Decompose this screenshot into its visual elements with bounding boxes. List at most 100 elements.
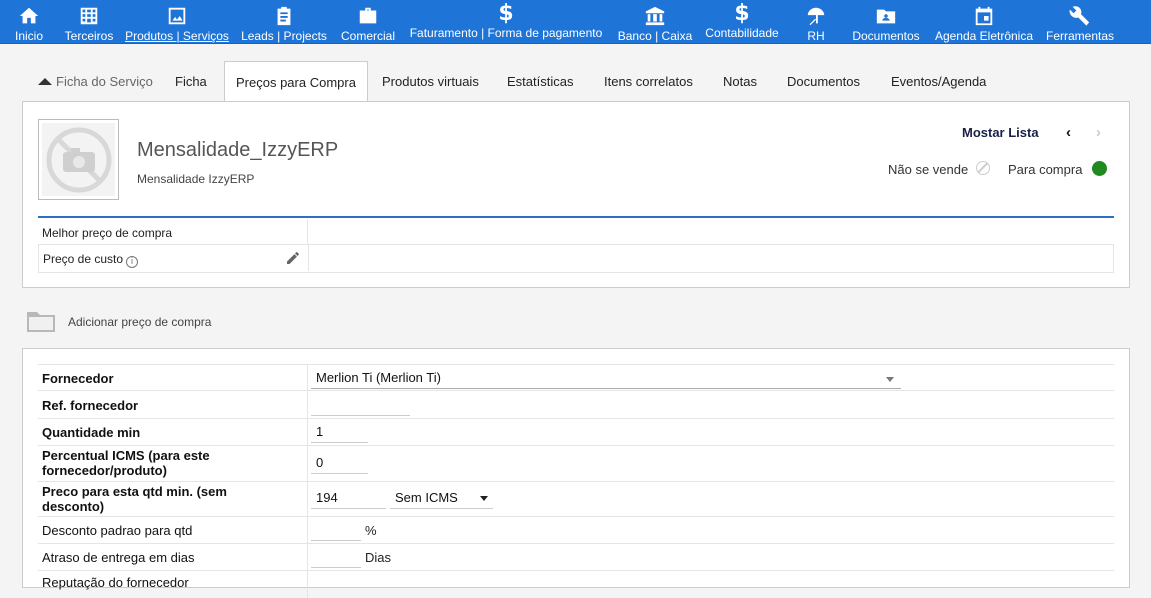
- quantidade-min-row: Quantidade min 1: [38, 419, 1114, 446]
- ref-fornecedor-label: Ref. fornecedor: [42, 398, 139, 413]
- chevron-down-icon[interactable]: [886, 377, 894, 382]
- nav-label: Inicio: [14, 29, 43, 43]
- umbrella-icon: [807, 7, 825, 26]
- label-line: desconto): [42, 499, 105, 514]
- nav-item-contabilidade[interactable]: $ Contabilidade: [702, 0, 782, 44]
- fornecedor-label: Fornecedor: [42, 371, 114, 386]
- tab-bar: Ficha do Serviço Ficha Preços para Compr…: [22, 61, 1130, 103]
- percentual-icms-label: Percentual ICMS (para este fornecedor/pro…: [42, 448, 210, 478]
- folder-icon: [27, 312, 55, 332]
- product-photo-placeholder: [38, 119, 119, 200]
- tab-precos-para-compra[interactable]: Preços para Compra: [224, 61, 368, 103]
- nav-item-produtos-servicos[interactable]: Produtos | Serviços: [123, 0, 231, 44]
- pencil-edit-icon[interactable]: [285, 250, 301, 266]
- preco-qtd-min-input[interactable]: 194: [311, 487, 386, 509]
- tab-label: Eventos/Agenda: [891, 74, 987, 89]
- preco-qtd-min-label: Preco para esta qtd min. (sem desconto): [42, 484, 227, 514]
- percentual-icms-row: Percentual ICMS (para este fornecedor/pro…: [38, 446, 1114, 482]
- column-divider: [307, 482, 308, 516]
- tab-label: Estatísticas: [507, 74, 574, 89]
- nav-label: Comercial: [340, 29, 395, 43]
- tab-label: Itens correlatos: [604, 74, 693, 89]
- tab-ficha[interactable]: Ficha: [175, 61, 207, 102]
- label-line: Preco para esta qtd min. (sem: [42, 484, 227, 499]
- tab-estatisticas[interactable]: Estatísticas: [507, 61, 573, 102]
- tab-produtos-virtuais[interactable]: Produtos virtuais: [382, 61, 479, 102]
- previous-record-icon[interactable]: ‹: [1066, 124, 1071, 141]
- tab-back-ficha-servico[interactable]: Ficha do Serviço: [38, 61, 153, 102]
- fornecedor-select[interactable]: Merlion Ti (Merlion Ti): [311, 367, 901, 389]
- nav-item-rh[interactable]: RH: [800, 0, 832, 44]
- add-purchase-price-label: Adicionar preço de compra: [68, 315, 212, 329]
- ref-fornecedor-input[interactable]: [311, 394, 410, 416]
- tab-documentos[interactable]: Documentos: [787, 61, 860, 102]
- tab-label: Ficha do Serviço: [56, 74, 153, 89]
- nav-label: Documentos: [852, 29, 920, 43]
- desconto-padrao-row: Desconto padrao para qtd %: [38, 517, 1114, 544]
- tab-eventos-agenda[interactable]: Eventos/Agenda: [891, 61, 986, 102]
- home-icon: [19, 7, 39, 24]
- nav-item-comercial[interactable]: Comercial: [338, 0, 398, 44]
- nav-label: Leads | Projects: [241, 29, 327, 43]
- building-icon: [80, 7, 98, 25]
- column-divider: [307, 419, 308, 445]
- preco-custo-text: Preço de custo: [43, 252, 124, 266]
- image-icon: [168, 7, 186, 25]
- column-divider: [307, 391, 308, 418]
- nav-label: RH: [807, 29, 825, 43]
- nav-item-documentos[interactable]: Documentos: [850, 0, 922, 44]
- nav-label: Ferramentas: [1045, 29, 1115, 43]
- for-purchase-status-icon[interactable]: [1092, 161, 1107, 176]
- nav-label: Banco | Caixa: [617, 29, 693, 43]
- desconto-padrao-label: Desconto padrao para qtd: [42, 523, 193, 538]
- next-record-icon[interactable]: ›: [1096, 124, 1101, 141]
- header-separator: [38, 216, 1114, 218]
- nav-item-terceiros[interactable]: Terceiros: [62, 0, 116, 44]
- top-navigation-bar: Inicio Terceiros Produtos | Serviços Lea…: [0, 0, 1151, 44]
- calendar-icon: [975, 6, 993, 26]
- chevron-down-icon[interactable]: [480, 496, 488, 501]
- dollar-icon: $: [734, 1, 750, 26]
- tab-label: Produtos virtuais: [382, 74, 479, 89]
- tax-type-select[interactable]: Sem ICMS: [390, 487, 493, 509]
- melhor-preco-row: Melhor preço de compra: [38, 219, 1114, 245]
- atraso-entrega-input[interactable]: [311, 546, 361, 568]
- bank-icon: [645, 6, 665, 26]
- nav-item-faturamento[interactable]: $ Faturamento | Forma de pagamento: [405, 0, 607, 44]
- info-icon[interactable]: i: [126, 256, 139, 268]
- reputacao-label: Reputação do fornecedor: [42, 575, 189, 590]
- percent-unit: %: [365, 523, 377, 538]
- tab-notas[interactable]: Notas: [723, 61, 757, 102]
- column-divider: [307, 446, 308, 481]
- quantidade-min-input[interactable]: 1: [311, 421, 368, 443]
- tab-label: Preços para Compra: [236, 75, 356, 90]
- nav-label: Agenda Eletrônica: [934, 29, 1034, 43]
- briefcase-icon: [359, 7, 377, 24]
- nav-item-inicio[interactable]: Inicio: [8, 0, 50, 44]
- desconto-padrao-input[interactable]: [311, 519, 361, 541]
- clipboard-icon: [277, 6, 291, 26]
- product-title: Mensalidade_IzzyERP: [137, 139, 339, 161]
- product-header-card: Mensalidade_IzzyERP Mensalidade IzzyERP …: [22, 101, 1130, 288]
- nav-item-agenda-eletronica[interactable]: Agenda Eletrônica: [932, 0, 1036, 44]
- nav-item-ferramentas[interactable]: Ferramentas: [1044, 0, 1116, 44]
- not-for-sale-status-icon[interactable]: [976, 161, 990, 175]
- nav-item-banco-caixa[interactable]: Banco | Caixa: [616, 0, 694, 44]
- melhor-preco-label: Melhor preço de compra: [42, 226, 173, 240]
- tab-label: Documentos: [787, 74, 860, 89]
- no-photo-icon: [46, 127, 112, 193]
- nav-item-leads-projects[interactable]: Leads | Projects: [239, 0, 329, 44]
- column-divider: [307, 365, 308, 390]
- column-divider: [307, 544, 308, 570]
- preco-custo-label: Preço de custo i: [43, 252, 139, 268]
- column-divider: [308, 245, 309, 271]
- quantidade-min-label: Quantidade min: [42, 425, 141, 440]
- label-line: fornecedor/produto): [42, 463, 167, 478]
- tab-itens-correlatos[interactable]: Itens correlatos: [604, 61, 693, 102]
- purchase-price-form: Fornecedor Merlion Ti (Merlion Ti) Ref. …: [22, 348, 1130, 598]
- mostrar-lista-link[interactable]: Mostar Lista: [962, 125, 1039, 140]
- percentual-icms-input[interactable]: 0: [311, 452, 368, 474]
- eject-icon: [38, 78, 52, 85]
- folder-user-icon: [876, 9, 896, 24]
- label-line: Percentual ICMS (para este: [42, 448, 210, 463]
